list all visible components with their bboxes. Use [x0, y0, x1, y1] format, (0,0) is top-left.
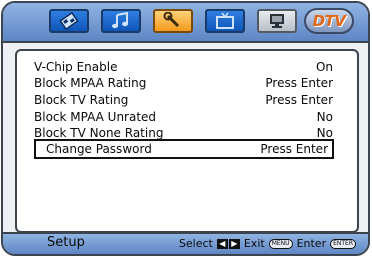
menu-item-label: Block MPAA Rating	[34, 76, 147, 90]
enter-key-icon: ENTER	[330, 238, 356, 249]
dtv-logo: DTV	[303, 6, 355, 36]
menu-item-label: Block TV Rating	[34, 93, 129, 107]
menu-item-value: On	[315, 60, 333, 74]
enter-hint-label: Enter	[296, 237, 327, 250]
menu-item-value: Press Enter	[265, 93, 333, 107]
menu-item-value: Press Enter	[260, 142, 328, 156]
wrench-icon	[163, 12, 180, 28]
tab-pc[interactable]	[257, 9, 297, 33]
key-hints: Select ◀ ▶ Exit MENU Enter ENTER	[179, 237, 356, 250]
category-tab-bar: DTV	[3, 3, 368, 43]
brand-text: DTV	[312, 12, 346, 30]
tab-music[interactable]	[101, 9, 141, 33]
tab-setup[interactable]	[153, 9, 193, 33]
exit-hint-label: Exit	[243, 237, 265, 250]
status-bar: Setup Select ◀ ▶ Exit MENU Enter ENTER	[3, 232, 368, 254]
select-hint-label: Select	[178, 237, 213, 250]
menu-item-block-mpaa-rating[interactable]: Block MPAA Rating Press Enter	[30, 75, 338, 91]
menu-item-block-mpaa-unrated[interactable]: Block MPAA Unrated No	[30, 109, 338, 125]
music-note-icon	[112, 12, 128, 29]
menu-item-value: No	[316, 110, 333, 124]
left-right-arrows-icon: ◀ ▶	[216, 238, 240, 249]
tv-icon	[216, 12, 234, 29]
menu-item-value: Press Enter	[265, 76, 333, 90]
menu-key-icon: MENU	[268, 238, 293, 249]
menu-item-label: V-Chip Enable	[34, 60, 118, 74]
menu-item-label: Block MPAA Unrated	[34, 110, 157, 124]
osd-window: DTV V-Chip Enable On Block MPAA Rating P…	[1, 1, 370, 256]
status-title: Setup	[47, 235, 85, 250]
menu-item-block-tv-rating[interactable]: Block TV Rating Press Enter	[30, 92, 338, 108]
picture-icon	[59, 12, 79, 30]
menu-item-vchip-enable[interactable]: V-Chip Enable On	[30, 59, 338, 75]
monitor-icon	[270, 14, 284, 28]
menu-item-change-password[interactable]: Change Password Press Enter	[34, 139, 334, 159]
menu-item-label: Change Password	[46, 142, 152, 156]
tab-tv[interactable]	[205, 9, 245, 33]
tab-picture[interactable]	[49, 9, 89, 33]
